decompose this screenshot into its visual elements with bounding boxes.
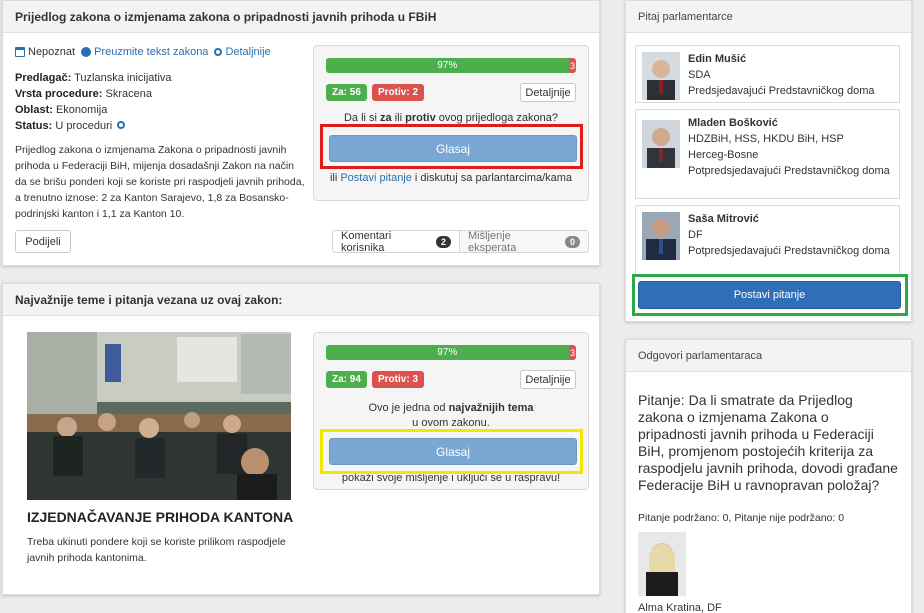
area-label: Oblast: (15, 104, 53, 116)
answer-mp-name: Alma Kratina, DF (638, 602, 722, 613)
answer-support: Pitanje podržano: 0, Pitanje nije podrža… (638, 512, 845, 524)
topic-title[interactable]: IZJEDNAČAVANJE PRIHODA KANTONA (27, 509, 293, 525)
topic-votes-against-badge: Protiv: 3 (372, 371, 425, 388)
unknown-date: Nepoznat (28, 46, 76, 58)
tab-comments[interactable]: Komentari korisnika 2 (332, 229, 460, 254)
topic-details-button[interactable]: Detaljnije (520, 370, 576, 389)
progress-yes: 97% (326, 58, 569, 73)
mp-photo-1 (642, 52, 680, 100)
mp-photo-2 (642, 120, 680, 168)
topic-votes-for-badge: Za: 94 (326, 371, 367, 388)
answers-title: Odgovori parlamentaraca (626, 340, 911, 372)
answer-question[interactable]: Pitanje: Da li smatrate da Prijedlog zak… (638, 392, 900, 494)
procedure-value: Skracena (105, 88, 152, 100)
topic-progress-yes: 97% (326, 345, 569, 360)
votes-for-badge: Za: 56 (326, 84, 367, 101)
status-value: U proceduri (55, 120, 113, 132)
tab-experts[interactable]: Mišljenje eksperata 0 (459, 229, 589, 254)
law-description: Prijedlog zakona o izmjenama Zakona o pr… (15, 144, 305, 220)
area-value: Ekonomija (55, 104, 108, 116)
law-info: Predlagač: Tuzlanska inicijativa Vrsta p… (15, 70, 172, 134)
vote-footer: ili Postavi pitanje i diskutuj sa parlan… (329, 172, 573, 184)
vote-box-law: 97% 3 Za: 56 Protiv: 2 Detaljnije Da li … (313, 45, 589, 201)
status-search-icon[interactable] (117, 121, 126, 129)
topic-progress-no: 3 (568, 345, 576, 360)
comments-count-badge: 2 (435, 235, 451, 248)
highlight-vote-button (320, 124, 583, 169)
procedure-label: Vrsta procedure: (15, 88, 103, 100)
mp-card-1[interactable]: Edin Mušić SDA Predsjedavajući Predstavnič… (635, 45, 900, 103)
experts-count-badge: 0 (564, 235, 580, 248)
topic-description: Treba ukinuti pondere koji se koriste pr… (27, 536, 286, 564)
download-law-link[interactable]: Preuzmite tekst zakona (94, 46, 208, 58)
vote-details-button[interactable]: Detaljnije (520, 83, 576, 102)
tab-comments-label: Komentari korisnika (341, 229, 392, 254)
ask-title: Pitaj parlamentarce (626, 1, 911, 33)
highlight-ask-button (632, 274, 908, 316)
mp-card-2[interactable]: Mladen Bošković HDZBiH, HSS, HKDU BiH, HS… (635, 109, 900, 199)
search-icon (214, 48, 223, 56)
proposer-value: Tuzlanska inicijativa (74, 72, 172, 84)
calendar-icon (15, 47, 25, 57)
details-link[interactable]: Detaljnije (225, 46, 270, 58)
download-icon (81, 47, 92, 57)
topics-title: Najvažnije teme i pitanja vezana uz ovaj… (3, 284, 599, 316)
answer-mp-photo (638, 532, 686, 596)
votes-against-badge: Protiv: 2 (372, 84, 425, 101)
topic-progress-bar: 97% 3 (326, 345, 576, 360)
law-title-text: Prijedlog zakona o izmjenama zakona o pr… (15, 9, 437, 24)
tab-experts-label: Mišljenje eksperata (468, 229, 517, 254)
status-label: Status: (15, 120, 53, 132)
mp-card-3[interactable]: Saša Mitrović DF Potpredsjedavajući Predst… (635, 205, 900, 275)
share-button[interactable]: Podijeli (15, 230, 71, 253)
proposer-label: Predlagač: (15, 72, 72, 84)
answers-panel: Odgovori parlamentaraca Pitanje: Da li s… (625, 339, 912, 613)
progress-no: 3 (568, 58, 576, 73)
vote-question: Da li si za ili protiv ovog prijedloga z… (343, 112, 558, 124)
law-meta-row: Nepoznat Preuzmite tekst zakona Detaljni… (15, 46, 271, 58)
highlight-topic-vote-button (320, 429, 583, 474)
vote-progress-bar: 97% 3 (326, 58, 576, 73)
ask-question-link[interactable]: Postavi pitanje (340, 172, 412, 184)
topic-photo (27, 332, 291, 500)
mp-photo-3 (642, 212, 680, 260)
topic-text: Ovo je jedna od najvažnijih tema u ovom z… (368, 402, 534, 429)
law-title: Prijedlog zakona o izmjenama zakona o pr… (3, 1, 599, 33)
